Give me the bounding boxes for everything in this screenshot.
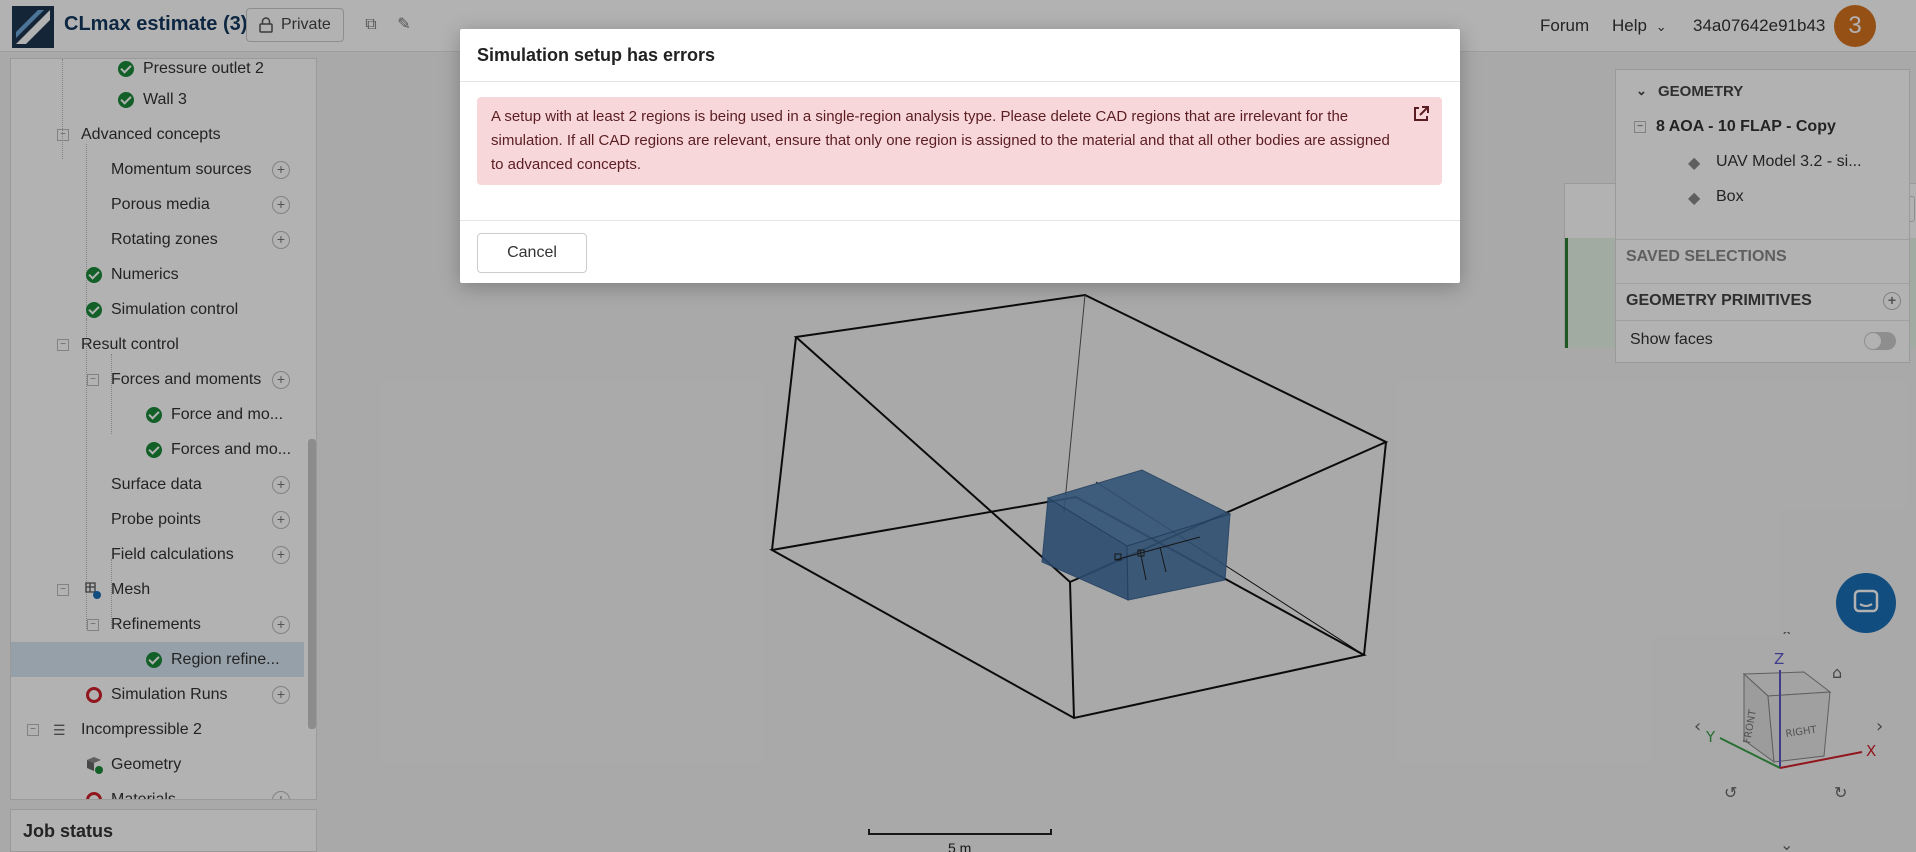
divider: [460, 81, 1460, 82]
external-link-icon[interactable]: [1412, 105, 1430, 123]
error-alert: A setup with at least 2 regions is being…: [477, 97, 1442, 185]
setup-error-dialog: Simulation setup has errors A setup with…: [460, 29, 1460, 283]
error-message: A setup with at least 2 regions is being…: [491, 108, 1390, 173]
dialog-title: Simulation setup has errors: [477, 45, 716, 65]
divider: [460, 220, 1460, 221]
cancel-button[interactable]: Cancel: [477, 233, 587, 273]
